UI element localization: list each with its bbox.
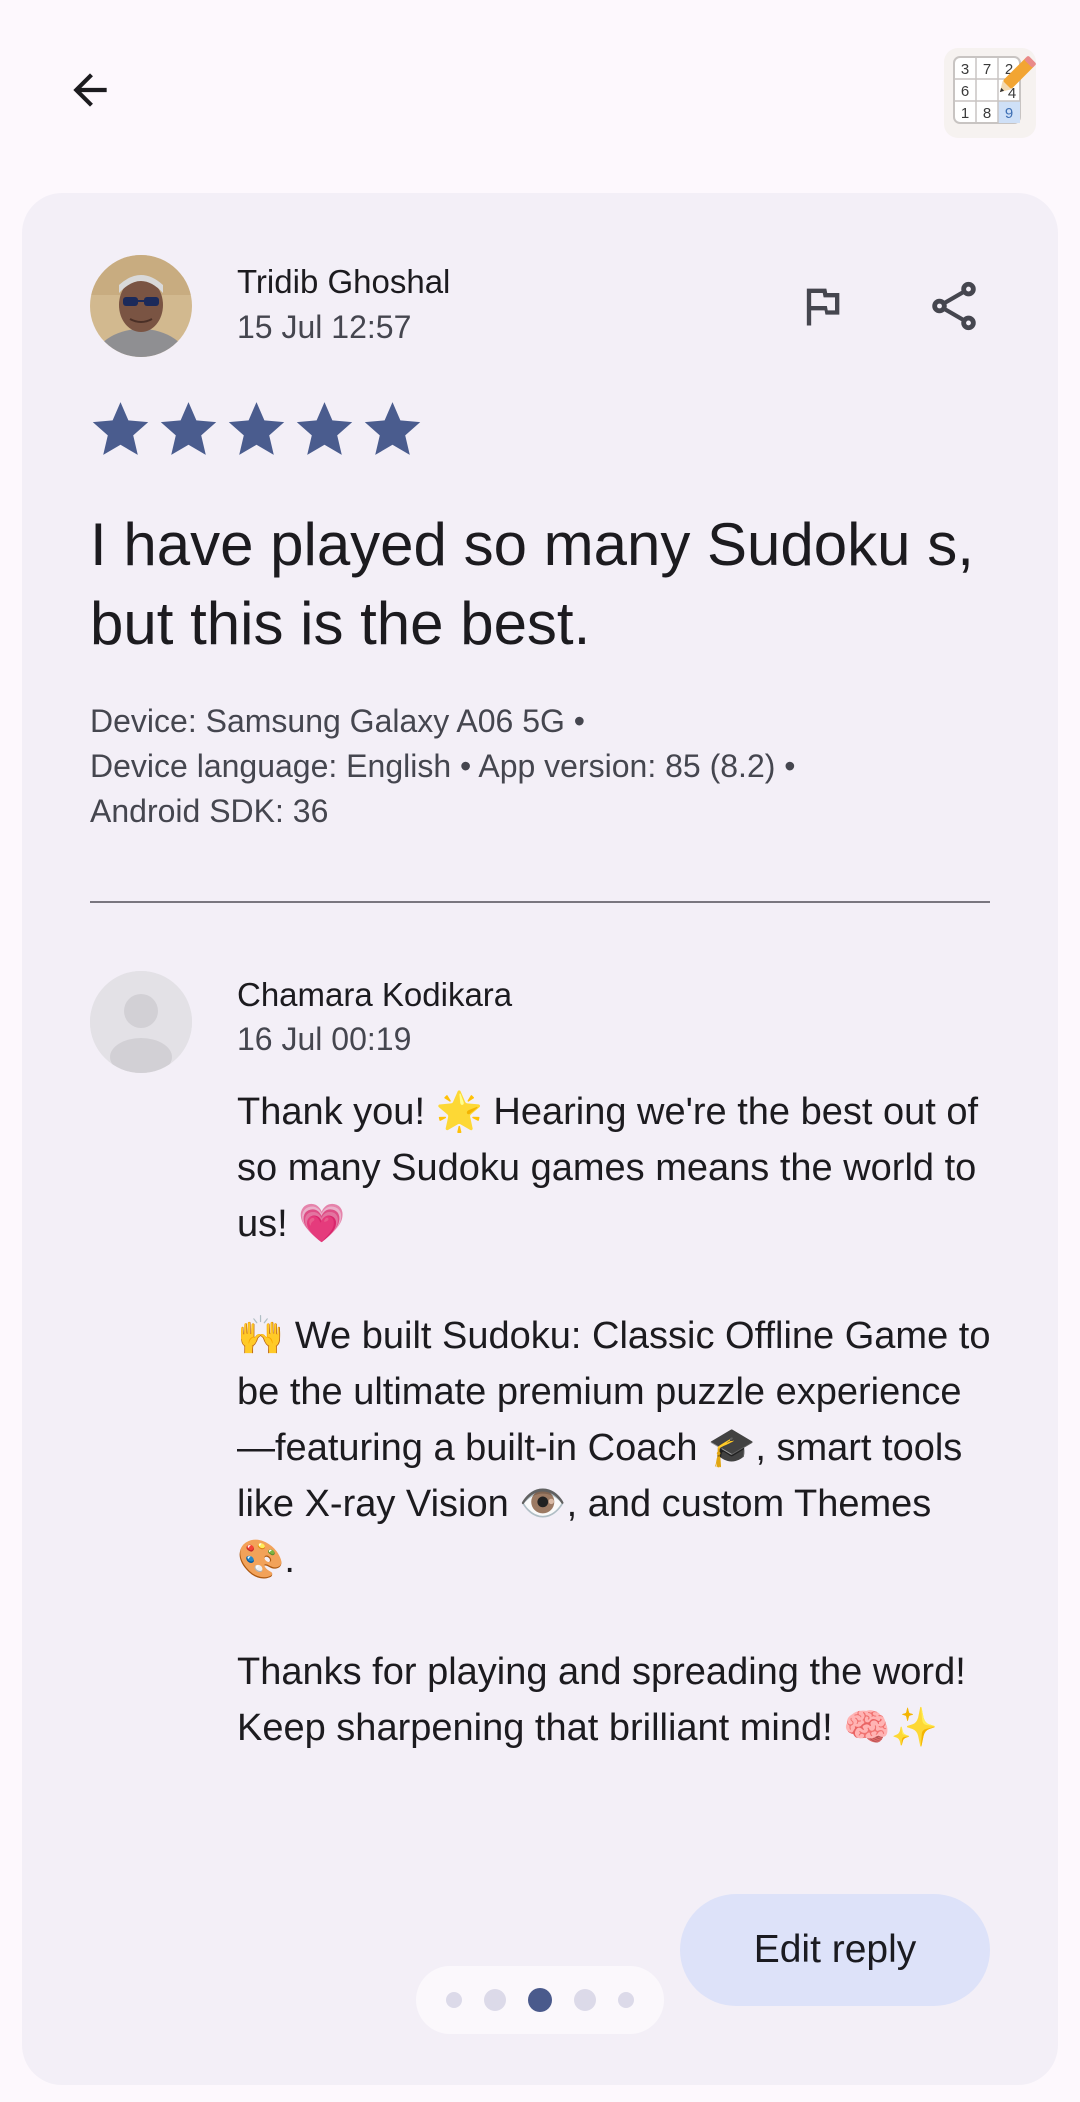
- sudoku-digit: 7: [983, 61, 991, 78]
- star-icon: [296, 402, 353, 455]
- share-button[interactable]: [920, 272, 988, 340]
- reply-paragraph: Thanks for playing and spreading the wor…: [237, 1651, 977, 1749]
- star-icon: [92, 402, 149, 455]
- reply-paragraph: 🙌 We built Sudoku: Classic Offline Game …: [237, 1315, 1002, 1581]
- reviewer-name: Tridib Ghoshal: [237, 263, 451, 300]
- app-icon: 3 7 2 6 4 1 8 9: [944, 48, 1036, 138]
- replier-name: Chamara Kodikara: [237, 976, 513, 1013]
- divider: [90, 901, 990, 903]
- share-icon: [932, 281, 976, 331]
- reviewer-photo: [90, 255, 192, 357]
- sudoku-digit: 6: [961, 83, 969, 100]
- report-button[interactable]: [788, 272, 856, 340]
- sudoku-digit: 9: [1005, 105, 1013, 122]
- reply-date: 16 Jul 00:19: [237, 1021, 412, 1057]
- arrow-back-icon: [73, 73, 107, 107]
- star-icon: [228, 402, 285, 455]
- page-indicator: [416, 1966, 664, 2034]
- page-dot[interactable]: [528, 1988, 552, 2012]
- reviewer-avatar: [90, 255, 192, 357]
- sudoku-digit: 1: [961, 105, 969, 122]
- reply-paragraph: Thank you! 🌟 Hearing we're the best out …: [237, 1091, 989, 1245]
- person-placeholder-icon: [90, 971, 192, 1073]
- reply-text: Thank you! 🌟 Hearing we're the best out …: [237, 1084, 997, 1756]
- star-icon: [364, 402, 421, 455]
- star-rating: [90, 398, 423, 459]
- page-dot[interactable]: [618, 1992, 634, 2008]
- sudoku-digit: 3: [961, 61, 969, 78]
- sudoku-digit: 8: [983, 105, 991, 122]
- sudoku-pencil-icon: 3 7 2 6 4 1 8 9: [953, 56, 1036, 124]
- review-text: I have played so many Sudoku s, but this…: [90, 511, 974, 657]
- replier-avatar: [90, 971, 192, 1073]
- star-icon: [160, 402, 217, 455]
- edit-reply-button[interactable]: Edit reply: [680, 1894, 990, 2006]
- top-app-bar: 3 7 2 6 4 1 8 9: [0, 0, 1080, 185]
- page-dot[interactable]: [484, 1989, 506, 2011]
- page-dot[interactable]: [574, 1989, 596, 2011]
- flag-icon: [806, 288, 840, 326]
- review-date: 15 Jul 12:57: [237, 309, 412, 345]
- back-button[interactable]: [50, 50, 130, 130]
- page-dot[interactable]: [446, 1992, 462, 2008]
- device-info: Device: Samsung Galaxy A06 5G • Device l…: [90, 703, 796, 829]
